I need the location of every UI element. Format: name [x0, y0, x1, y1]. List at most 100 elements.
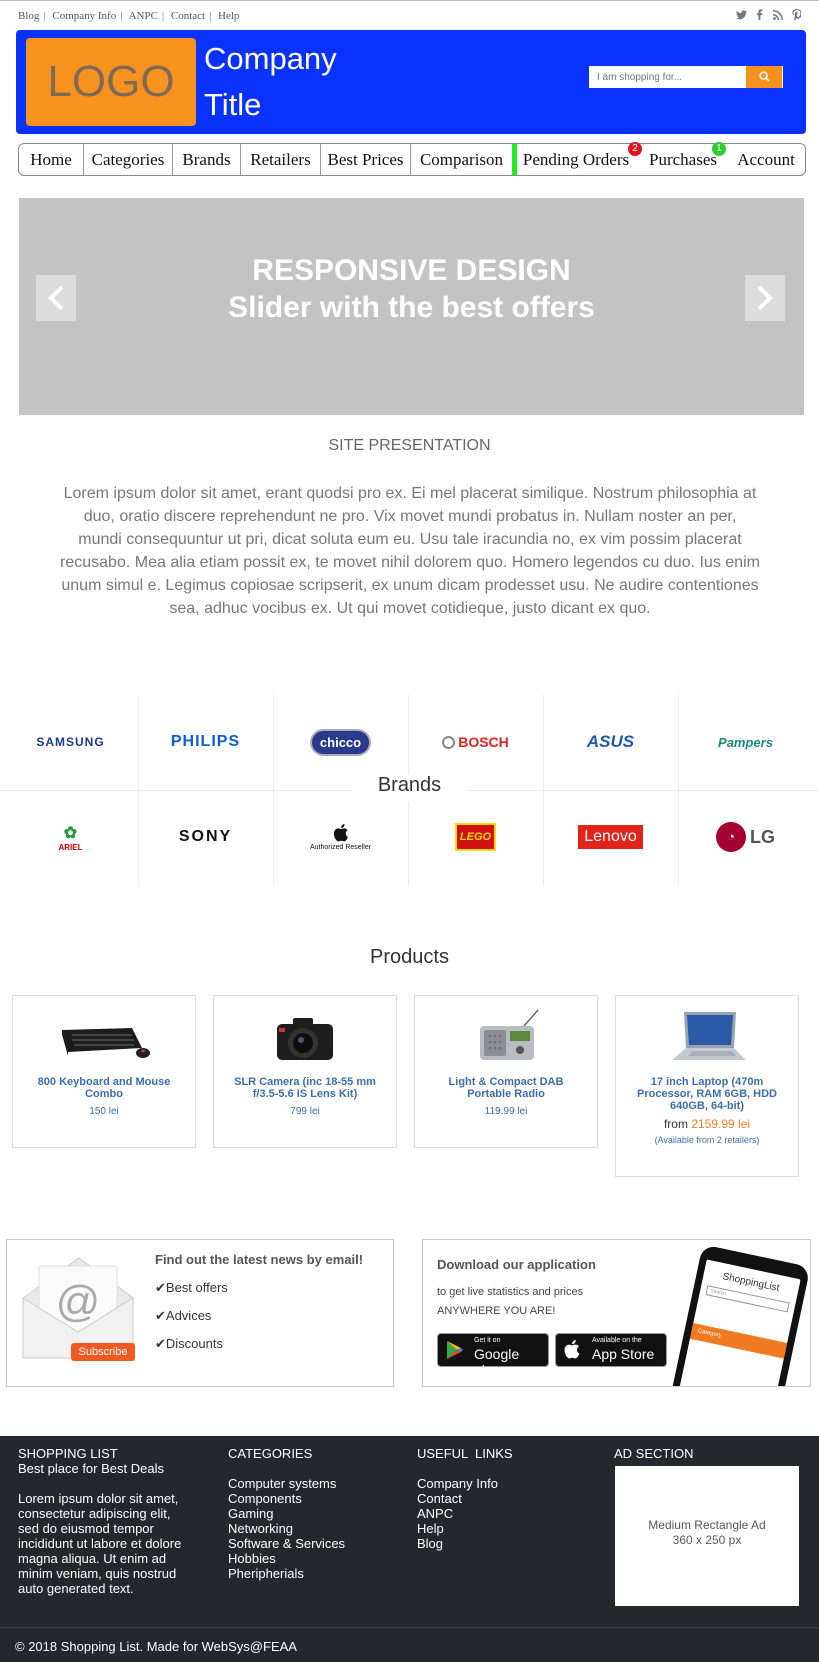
app-download-box: Download our application to get live sta… [422, 1239, 811, 1387]
top-bar: Blog | Company Info | ANPC | Contact | Help [0, 0, 819, 30]
product-from-price: from 2159.99 lei [663, 1117, 751, 1131]
newsletter-title: Find out the latest news by email! [155, 1252, 364, 1267]
footer-about: SHOPPING LIST Best place for Best Deals … [18, 1446, 193, 1596]
footer-link[interactable]: ANPC [417, 1506, 567, 1521]
copyright: © 2018 Shopping List. Made for WebSys@FE… [15, 1639, 297, 1654]
footer-links: USEFUL LINKS Company Info Contact ANPC H… [417, 1446, 567, 1551]
slider-line2: Slider with the best offers [228, 291, 595, 324]
top-link-blog[interactable]: Blog [18, 10, 39, 22]
app-text-line2: ANYWHERE YOU ARE! [437, 1305, 556, 1317]
nav-comparison[interactable]: Comparison [411, 144, 512, 175]
footer-links-heading: USEFUL LINKS [417, 1446, 513, 1461]
purchases-badge: 1 [712, 142, 726, 156]
slider-caption: RESPONSIVE DESIGN Slider with the best o… [19, 252, 804, 326]
rss-icon[interactable] [772, 9, 786, 23]
brand-lenovo[interactable]: Lenovo [543, 790, 678, 884]
footer-category-link[interactable]: Pheripherials [228, 1566, 388, 1581]
newsletter-item: ✔Discounts [155, 1336, 223, 1351]
product-price: 799 lei [290, 1106, 320, 1117]
site-footer: SHOPPING LIST Best place for Best Deals … [0, 1436, 819, 1662]
footer-link[interactable]: Help [417, 1521, 567, 1536]
footer-categories-heading: CATEGORIES [228, 1446, 313, 1461]
subscribe-button[interactable]: Subscribe [71, 1343, 135, 1361]
top-link-anpc[interactable]: ANPC [129, 10, 158, 22]
brand-lego[interactable]: LEGO [408, 790, 543, 884]
product-name[interactable]: 17 inch Laptop (470m Processor, RAM 6GB,… [616, 1076, 798, 1112]
app-title: Download our application [437, 1257, 596, 1272]
footer-about-tagline: Best place for Best Deals [18, 1461, 164, 1476]
top-link-company-info[interactable]: Company Info [52, 10, 116, 22]
ad-line2: 360 x 250 px [672, 1533, 742, 1547]
laptop-image [616, 1008, 798, 1076]
nav-pending-orders[interactable]: Pending Orders [519, 144, 633, 175]
slider-line1: RESPONSIVE DESIGN [252, 254, 571, 287]
footer-link[interactable]: Contact [417, 1491, 567, 1506]
product-card[interactable]: Light & Compact DAB Portable Radio 119.9… [414, 995, 598, 1148]
nav-purchases[interactable]: Purchases [649, 144, 717, 175]
brand-philips[interactable]: PHILIPS [138, 695, 273, 789]
ad-line1: Medium Rectangle Ad [648, 1518, 766, 1532]
twitter-icon[interactable] [735, 9, 750, 23]
nav-home[interactable]: Home [19, 144, 83, 175]
brand-asus[interactable]: ASUS [543, 695, 678, 789]
brand-ariel[interactable]: ✿ ARIEL [3, 790, 138, 884]
footer-link[interactable]: Company Info [417, 1476, 567, 1491]
product-card[interactable]: 17 inch Laptop (470m Processor, RAM 6GB,… [615, 995, 799, 1177]
check-icon: ✔ [155, 1280, 166, 1295]
top-link-contact[interactable]: Contact [171, 10, 205, 22]
google-play-button[interactable]: Get it on Google play [437, 1333, 549, 1378]
product-name[interactable]: SLR Camera (inc 18-55 mm f/3.5-5.6 IS Le… [214, 1076, 396, 1100]
brand-pampers[interactable]: Pampers [678, 695, 813, 789]
pinterest-icon[interactable] [792, 9, 802, 23]
offers-slider: RESPONSIVE DESIGN Slider with the best o… [19, 198, 804, 415]
footer-categories: CATEGORIES Computer systems Components G… [228, 1446, 388, 1581]
nav-retailers[interactable]: Retailers [241, 144, 320, 175]
product-name[interactable]: 800 Keyboard and Mouse Combo [13, 1076, 195, 1100]
footer-link[interactable]: Blog [417, 1536, 567, 1551]
product-price: 119.99 lei [484, 1106, 528, 1117]
social-links [730, 9, 802, 23]
phone-category-bar: Category [689, 1323, 788, 1359]
brand-apple[interactable]: Authorized Reseller [273, 790, 408, 884]
footer-category-link[interactable]: Networking [228, 1521, 388, 1536]
brands-heading: Brands [352, 774, 467, 802]
pending-orders-badge: 2 [628, 142, 642, 156]
footer-category-link[interactable]: Hobbies [228, 1551, 388, 1566]
footer-ad-heading: AD SECTION [614, 1446, 694, 1461]
search-button[interactable] [746, 66, 782, 88]
chevron-right-icon [757, 285, 773, 311]
keyboard-image [13, 1008, 195, 1076]
product-name[interactable]: Light & Compact DAB Portable Radio [415, 1076, 597, 1100]
site-presentation-title: SITE PRESENTATION [328, 437, 491, 454]
nav-categories[interactable]: Categories [84, 144, 172, 175]
newsletter-item: ✔Best offers [155, 1280, 228, 1295]
check-icon: ✔ [155, 1308, 166, 1323]
apple-icon [333, 823, 348, 841]
product-availability[interactable]: (Available from 2 retailers) [616, 1135, 798, 1145]
brand-sony[interactable]: SONY [138, 790, 273, 884]
product-card[interactable]: 800 Keyboard and Mouse Combo 150 lei [12, 995, 196, 1148]
footer-category-link[interactable]: Software & Services [228, 1536, 388, 1551]
logo[interactable]: LOGO [26, 38, 196, 126]
facebook-icon[interactable] [756, 9, 766, 23]
newsletter-item: ✔Advices [155, 1308, 212, 1323]
slider-next-button[interactable] [745, 275, 785, 321]
footer-category-link[interactable]: Gaming [228, 1506, 388, 1521]
nav-brands[interactable]: Brands [173, 144, 240, 175]
nav-account[interactable]: Account [731, 144, 801, 175]
phone-mockup: ShoppingList Search Category [669, 1244, 810, 1386]
top-link-help[interactable]: Help [218, 10, 239, 22]
brand-samsung[interactable]: SAMSUNG [3, 695, 138, 789]
nav-best-prices[interactable]: Best Prices [321, 144, 410, 175]
app-text-line1: to get live statistics and prices [437, 1286, 584, 1298]
footer-category-link[interactable]: Computer systems [228, 1476, 388, 1491]
app-store-button[interactable]: Available on the App Store [555, 1333, 667, 1367]
brand-lg[interactable]: ◔ LG [678, 790, 813, 884]
products-heading: Products [370, 946, 449, 968]
company-title: Company Title [204, 36, 404, 128]
search-icon [758, 71, 770, 82]
product-card[interactable]: SLR Camera (inc 18-55 mm f/3.5-5.6 IS Le… [213, 995, 397, 1148]
footer-category-link[interactable]: Components [228, 1491, 388, 1506]
site-header: LOGO Company Title [16, 30, 806, 134]
ad-placeholder[interactable]: Medium Rectangle Ad 360 x 250 px [615, 1466, 799, 1606]
